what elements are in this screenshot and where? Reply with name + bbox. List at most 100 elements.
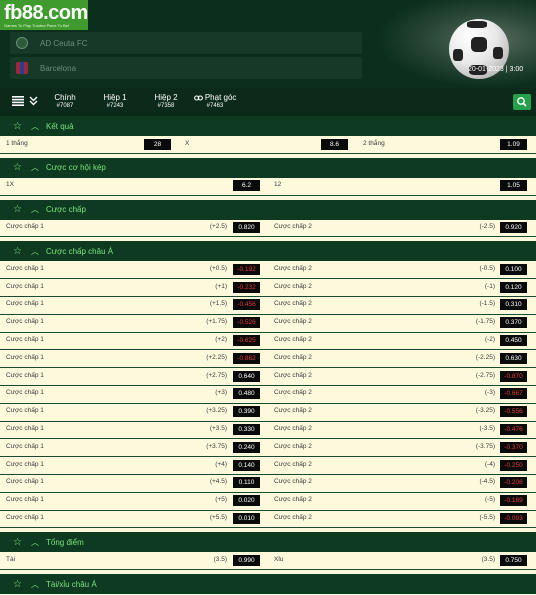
- search-button[interactable]: [513, 94, 531, 110]
- ah-left-odd[interactable]: 0.240: [233, 441, 260, 453]
- ah-right-odd[interactable]: -0.208: [500, 477, 527, 489]
- ah-right-label: Cược chấp 2: [274, 460, 312, 468]
- ah-right-label: Cược chấp 2: [274, 407, 312, 415]
- section-handicap-header[interactable]: ☆ ︿ Cược chấp: [0, 199, 536, 220]
- section-result-header[interactable]: ☆ ︿ Kết quả: [0, 116, 536, 136]
- total-over-odd[interactable]: 0.990: [233, 554, 260, 566]
- ah-left-odd[interactable]: -0.232: [233, 281, 260, 293]
- chevron-up-icon[interactable]: ︿: [31, 121, 39, 132]
- ah-right-label: Cược chấp 2: [274, 442, 312, 450]
- home-win-odd[interactable]: 28: [144, 138, 171, 150]
- ah-right-odd[interactable]: 0.630: [500, 352, 527, 364]
- ah-right-odd[interactable]: 0.100: [500, 263, 527, 275]
- ah-left-label: Cược chấp 1: [6, 478, 44, 486]
- ah-left-label: Cược chấp 1: [6, 460, 44, 468]
- ah-left-label: Cược chấp 1: [6, 407, 44, 415]
- tab-first-half-label: Hiệp 1: [103, 93, 127, 102]
- tab-corners-label: Phạt góc: [192, 93, 238, 102]
- ah-left-line: (+3.25): [206, 407, 227, 415]
- star-icon[interactable]: ☆: [12, 246, 23, 257]
- home-team-row: AD Ceuta FC: [10, 32, 362, 54]
- ah-left-label: Cược chấp 1: [6, 425, 44, 433]
- ah-right-line: (-3): [484, 389, 495, 397]
- chevron-up-icon[interactable]: ︿: [31, 246, 39, 257]
- tab-corners[interactable]: Phạt góc #7463: [192, 93, 238, 109]
- ah-right-label: Cược chấp 2: [274, 300, 312, 308]
- double-chance-left-odd[interactable]: 6.2: [233, 180, 260, 192]
- star-icon[interactable]: ☆: [12, 121, 23, 132]
- handicap-left-line: (+2.5): [209, 223, 227, 231]
- star-icon[interactable]: ☆: [12, 204, 23, 215]
- search-icon: [517, 97, 527, 107]
- star-icon[interactable]: ☆: [12, 579, 23, 590]
- ah-left-odd[interactable]: 0.640: [233, 370, 260, 382]
- ah-left-label: Cược chấp 1: [6, 300, 44, 308]
- away-team-row: Barcelona: [10, 57, 362, 79]
- ah-left-odd[interactable]: -0.862: [233, 352, 260, 364]
- total-under-odd[interactable]: 0.750: [500, 554, 527, 566]
- star-icon[interactable]: ☆: [12, 537, 23, 548]
- ah-left-odd[interactable]: 0.480: [233, 388, 260, 400]
- ah-right-odd[interactable]: 0.370: [500, 317, 527, 329]
- double-chevron-icon[interactable]: [29, 96, 38, 106]
- ah-left-odd[interactable]: 0.110: [233, 477, 260, 489]
- handicap-right-line: (-2.5): [479, 223, 495, 231]
- chevron-up-icon[interactable]: ︿: [31, 537, 39, 548]
- ah-left-label: Cược chấp 1: [6, 496, 44, 504]
- ah-left-odd[interactable]: 0.330: [233, 424, 260, 436]
- handicap-right-label: Cược chấp 2: [274, 223, 312, 231]
- tab-corners-text: Phạt góc: [204, 93, 237, 102]
- star-icon[interactable]: ☆: [12, 162, 23, 173]
- ah-right-odd[interactable]: -0.556: [500, 406, 527, 418]
- draw-odd[interactable]: 8.6: [321, 138, 348, 150]
- ah-left-odd[interactable]: 0.140: [233, 459, 260, 471]
- ah-right-odd[interactable]: -0.370: [500, 441, 527, 453]
- ah-left-odd[interactable]: -0.192: [233, 263, 260, 275]
- double-chance-row: 1X 6.2 12 1.05: [0, 177, 536, 196]
- tab-second-half[interactable]: Hiệp 2 #7358: [152, 93, 180, 109]
- away-win-odd[interactable]: 1.09: [500, 138, 527, 150]
- ah-right-odd[interactable]: -0.667: [500, 388, 527, 400]
- ah-right-odd[interactable]: 0.120: [500, 281, 527, 293]
- handicap-right-odd[interactable]: 0.920: [500, 222, 527, 234]
- menu-list-icon[interactable]: [12, 96, 24, 106]
- section-asian-total-header[interactable]: ☆ ︿ Tài/xỉu châu Á: [0, 574, 536, 595]
- chevron-up-icon[interactable]: ︿: [31, 162, 39, 173]
- ah-right-odd[interactable]: -0.093: [500, 513, 527, 525]
- home-team-name: AD Ceuta FC: [40, 38, 88, 48]
- ah-right-label: Cược chấp 2: [274, 389, 312, 397]
- ah-right-odd[interactable]: 0.450: [500, 335, 527, 347]
- tab-main[interactable]: Chính #7087: [52, 93, 78, 109]
- ah-left-odd[interactable]: -0.456: [233, 299, 260, 311]
- logo[interactable]: fb88.com Games To Play Trusted Place To …: [0, 0, 88, 30]
- ah-right-odd[interactable]: -0.870: [500, 370, 527, 382]
- asian-handicap-row: Cược chấp 1 (+1) -0.232 Cược chấp 2 (-1) 0.12…: [0, 279, 536, 297]
- home-win-label: 1 thắng: [6, 139, 28, 147]
- ah-left-odd[interactable]: -0.625: [233, 335, 260, 347]
- away-team-crest: [16, 62, 28, 74]
- ah-left-odd[interactable]: 0.390: [233, 406, 260, 418]
- ah-left-line: (+0.5): [209, 264, 227, 272]
- ah-right-odd[interactable]: -0.250: [500, 459, 527, 471]
- ah-left-line: (+2.25): [206, 353, 227, 361]
- handicap-left-odd[interactable]: 0.820: [233, 222, 260, 234]
- ah-left-odd[interactable]: -0.526: [233, 317, 260, 329]
- ah-right-odd[interactable]: 0.310: [500, 299, 527, 311]
- draw-label: X: [185, 139, 190, 147]
- ah-right-odd[interactable]: -0.169: [500, 495, 527, 507]
- tab-first-half[interactable]: Hiệp 1 #7243: [101, 93, 129, 109]
- double-chance-right-odd[interactable]: 1.05: [500, 180, 527, 192]
- ah-left-line: (+3.5): [209, 425, 227, 433]
- match-datetime: 20-01-2023 | 3:00: [468, 66, 524, 73]
- ah-right-line: (-2.25): [475, 353, 495, 361]
- section-asian-handicap-header[interactable]: ☆ ︿ Cược chấp châu Á: [0, 241, 536, 262]
- asian-handicap-row: Cược chấp 1 (+5.5) 0.010 Cược chấp 2 (-5.5) -…: [0, 510, 536, 529]
- ah-left-odd[interactable]: 0.010: [233, 513, 260, 525]
- chevron-up-icon[interactable]: ︿: [31, 579, 39, 590]
- section-double-chance-header[interactable]: ☆ ︿ Cược cơ hội kép: [0, 157, 536, 178]
- chevron-up-icon[interactable]: ︿: [31, 204, 39, 215]
- section-total-header[interactable]: ☆ ︿ Tổng điểm: [0, 532, 536, 553]
- ah-right-odd[interactable]: -0.476: [500, 424, 527, 436]
- ah-left-odd[interactable]: 0.020: [233, 495, 260, 507]
- ah-left-line: (+3): [215, 389, 227, 397]
